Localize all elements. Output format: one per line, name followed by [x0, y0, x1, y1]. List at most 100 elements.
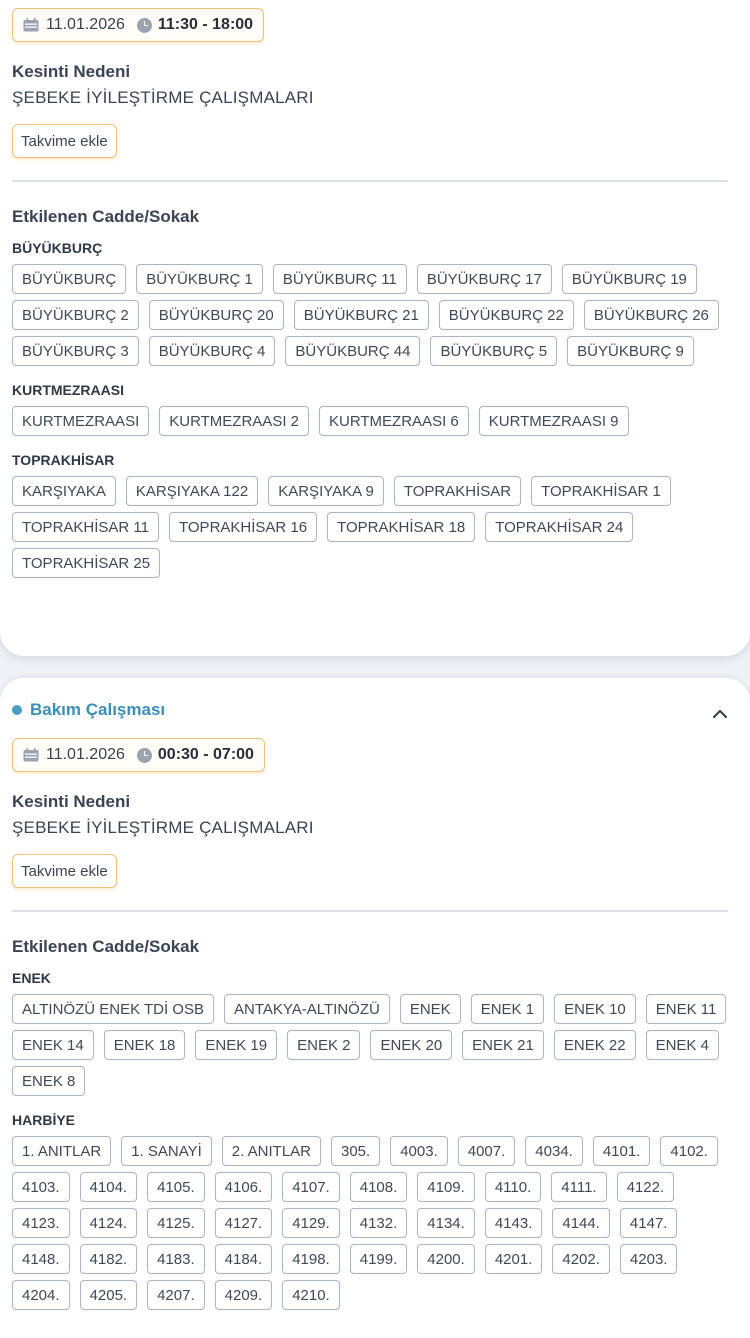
reason-title: Kesinti Nedeni — [12, 792, 131, 811]
street-groups: ENEK ALTINÖZÜ ENEK TDİ OSB ANTAKYA-ALTINÖZ… — [12, 970, 738, 1326]
street-tag: BÜYÜKBURÇ 19 — [561, 264, 697, 294]
street-tag: ENEK 19 — [195, 1030, 278, 1060]
reason-text: ŞEBEKE İYİLEŞTİRME ÇALIŞMALARI — [12, 818, 314, 837]
street-tag: ENEK 8 — [12, 1066, 86, 1096]
street-tag: 2. ANITLAR — [221, 1136, 321, 1166]
clock-icon — [136, 17, 152, 33]
street-tag: TOPRAKHİSAR 24 — [485, 512, 634, 542]
street-tag: 4127. — [214, 1208, 273, 1238]
street-tag: KURTMEZRAASI 9 — [478, 406, 629, 436]
street-tag: 4205. — [79, 1280, 138, 1310]
street-groups: BÜYÜKBURÇ BÜYÜKBURÇ BÜYÜKBURÇ 1 BÜYÜKBURÇ 1… — [12, 240, 738, 594]
street-tag: ENEK 22 — [553, 1030, 636, 1060]
group-name: KURTMEZRAASI — [12, 382, 124, 398]
street-tag: 4102. — [660, 1136, 718, 1166]
street-tag: 4109. — [417, 1172, 475, 1202]
reason-title: Kesinti Nedeni — [12, 62, 131, 81]
street-tag: 1. ANITLAR — [12, 1136, 112, 1166]
street-tag: ENEK 18 — [103, 1030, 186, 1060]
reason-text: ŞEBEKE İYİLEŞTİRME ÇALIŞMALARI — [12, 88, 314, 107]
street-tag: BÜYÜKBURÇ 4 — [148, 336, 276, 366]
street-tag: 4184. — [214, 1244, 273, 1274]
street-tag: TOPRAKHİSAR — [393, 476, 522, 506]
street-tag: 4123. — [12, 1208, 70, 1238]
chevron-up-icon[interactable] — [712, 706, 728, 722]
street-tag: 4143. — [484, 1208, 543, 1238]
street-tag: ENEK — [399, 994, 461, 1024]
street-tag: 4148. — [12, 1244, 70, 1274]
add-to-calendar-button[interactable]: Takvime ekle — [12, 124, 117, 158]
street-tag: TOPRAKHİSAR 16 — [169, 512, 318, 542]
street-tag: 4204. — [12, 1280, 70, 1310]
street-tag: 4200. — [417, 1244, 475, 1274]
street-tag: 4106. — [214, 1172, 273, 1202]
street-tag: ALTINÖZÜ ENEK TDİ OSB — [12, 994, 214, 1024]
street-tag: 4199. — [349, 1244, 408, 1274]
street-tag: 4110. — [484, 1172, 542, 1202]
street-tag: BÜYÜKBURÇ 11 — [272, 264, 407, 294]
street-tag: 4132. — [349, 1208, 408, 1238]
street-tag: 4003. — [390, 1136, 448, 1166]
street-tag: BÜYÜKBURÇ 44 — [285, 336, 421, 366]
street-tag: 4144. — [552, 1208, 610, 1238]
street-tag: BÜYÜKBURÇ 1 — [136, 264, 263, 294]
card-header[interactable]: Bakım Çalışması — [12, 700, 165, 720]
street-tag: 4182. — [79, 1244, 138, 1274]
group-name: TOPRAKHİSAR — [12, 452, 115, 468]
time-range-text: 11:30 - 18:00 — [157, 16, 254, 33]
street-tag: 4183. — [147, 1244, 205, 1274]
street-tag: BÜYÜKBURÇ 9 — [567, 336, 694, 366]
street-tag: 4101. — [592, 1136, 651, 1166]
street-tag: 4125. — [147, 1208, 205, 1238]
street-tag-list: KURTMEZRAASI KURTMEZRAASI 2 KURTMEZRAASI 6… — [12, 406, 738, 436]
status-title: Bakım Çalışması — [30, 700, 166, 719]
street-tag: 4201. — [484, 1244, 543, 1274]
street-tag: BÜYÜKBURÇ 26 — [583, 300, 719, 330]
street-tag: ENEK 14 — [12, 1030, 94, 1060]
date-text: 11.01.2026 — [46, 746, 125, 763]
outage-card-1: 11.01.2026 11:30 - 18:00 Kesinti Nedeni … — [0, 0, 750, 656]
street-tag: 4147. — [619, 1208, 678, 1238]
date-time-box: 11.01.2026 00:30 - 07:00 — [12, 738, 265, 772]
add-to-calendar-button[interactable]: Takvime ekle — [12, 854, 117, 888]
street-tag: 4105. — [147, 1172, 205, 1202]
street-tag: BÜYÜKBURÇ 20 — [148, 300, 284, 330]
street-tag: ENEK 4 — [645, 1030, 719, 1060]
street-tag: 4129. — [282, 1208, 340, 1238]
street-tag: KARŞIYAKA 122 — [125, 476, 259, 506]
date-time-box: 11.01.2026 11:30 - 18:00 — [12, 8, 265, 42]
street-tag: 4107. — [282, 1172, 340, 1202]
street-tag-list: ALTINÖZÜ ENEK TDİ OSB ANTAKYA-ALTINÖZÜ ENE… — [12, 994, 738, 1096]
affected-streets-title: Etkilenen Cadde/Sokak — [12, 207, 200, 226]
street-tag: BÜYÜKBURÇ 21 — [293, 300, 429, 330]
street-tag: 4104. — [79, 1172, 138, 1202]
street-tag: ANTAKYA-ALTINÖZÜ — [223, 994, 390, 1024]
street-tag: 4210. — [282, 1280, 340, 1310]
street-tag: KARŞIYAKA 9 — [268, 476, 384, 506]
street-tag: 4108. — [349, 1172, 408, 1202]
outage-card-2: Bakım Çalışması 11.01.2026 00:30 - 07:00… — [0, 678, 750, 1338]
divider — [12, 910, 728, 912]
street-tag: KURTMEZRAASI 2 — [159, 406, 309, 436]
street-tag: BÜYÜKBURÇ 17 — [416, 264, 552, 294]
street-tag: BÜYÜKBURÇ 5 — [430, 336, 558, 366]
street-tag: KURTMEZRAASI 6 — [319, 406, 469, 436]
group-name: BÜYÜKBURÇ — [12, 240, 103, 256]
street-tag: ENEK 20 — [370, 1030, 453, 1060]
date-text: 11.01.2026 — [46, 16, 125, 33]
group-name: ENEK — [12, 970, 51, 986]
street-tag: 4007. — [457, 1136, 516, 1166]
street-tag: 4124. — [79, 1208, 138, 1238]
street-tag: 305. — [331, 1136, 381, 1166]
street-tag: KARŞIYAKA — [12, 476, 116, 506]
time-range-text: 00:30 - 07:00 — [157, 746, 254, 763]
street-tag: BÜYÜKBURÇ 2 — [12, 300, 139, 330]
status-dot-icon — [12, 705, 22, 715]
street-tag: 4134. — [417, 1208, 475, 1238]
street-tag-list: 1. ANITLAR 1. SANAYİ 2. ANITLAR 305. 4003. 40… — [12, 1136, 738, 1310]
street-tag: 4202. — [552, 1244, 610, 1274]
street-tag: TOPRAKHİSAR 1 — [531, 476, 671, 506]
street-tag: ENEK 21 — [462, 1030, 544, 1060]
street-tag-list: BÜYÜKBURÇ BÜYÜKBURÇ 1 BÜYÜKBURÇ 11 BÜYÜKBUR… — [12, 264, 738, 366]
street-tag: 4111. — [551, 1172, 607, 1202]
